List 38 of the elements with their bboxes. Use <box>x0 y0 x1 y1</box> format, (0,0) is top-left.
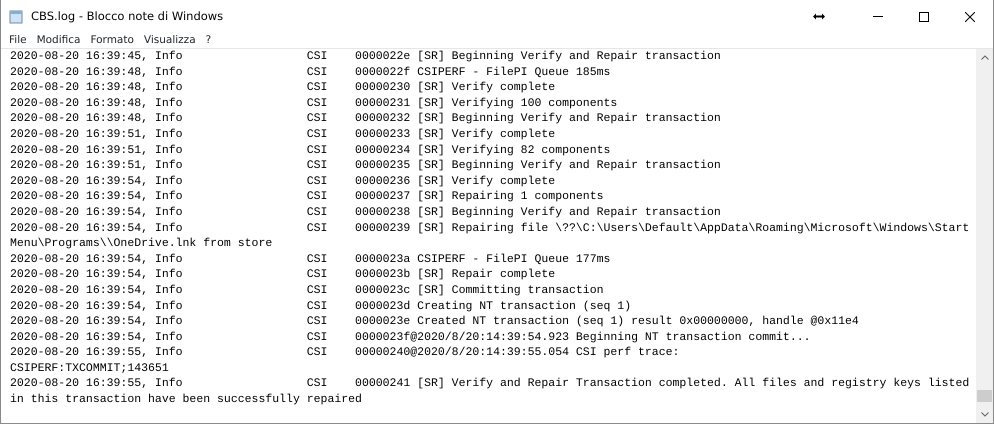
log-line: 2020-08-20 16:39:54, Info CSI 00000237 [SR] Repairing 1 components <box>10 189 604 205</box>
log-line: 2020-08-20 16:39:48, Info CSI 00000232 [SR] Beginning Verify and Repair transaction <box>10 111 721 127</box>
scroll-thumb[interactable] <box>977 390 992 402</box>
log-line: Menu\Programs\\OneDrive.lnk from store <box>10 236 272 252</box>
menu-item[interactable]: Visualizza <box>144 33 196 48</box>
log-line: 2020-08-20 16:39:54, Info CSI 0000023a CSIPERF - FilePI Queue 177ms <box>10 252 610 268</box>
scroll-up-icon[interactable] <box>980 55 988 60</box>
log-line: 2020-08-20 16:39:54, Info CSI 0000023d Creating NT transaction (seq 1) <box>10 298 632 314</box>
menu-item[interactable]: ? <box>206 33 212 48</box>
notepad-icon <box>9 10 23 24</box>
resize-cursor-icon <box>813 13 825 20</box>
log-line: 2020-08-20 16:39:51, Info CSI 00000234 [SR] Verifying 82 components <box>10 142 610 158</box>
log-line: 2020-08-20 16:39:45, Info CSI 0000022e [SR] Beginning Verify and Repair transaction <box>10 49 721 65</box>
log-line: 2020-08-20 16:39:48, Info CSI 00000231 [SR] Verifying 100 components <box>10 96 618 112</box>
log-line: in this transaction have been successfully repaired <box>10 392 362 408</box>
log-line: 2020-08-20 16:39:54, Info CSI 00000239 [SR] Repairing file \??\C:\Users\Default\AppData\Roaming\Microsoft\Windows\Start <box>10 220 970 236</box>
scrollbar[interactable] <box>976 49 993 423</box>
maximize-icon <box>919 12 929 22</box>
log-line: CSIPERF:TXCOMMIT;143651 <box>10 360 169 376</box>
log-line: 2020-08-20 16:39:54, Info CSI 0000023f@2020/8/20:14:39:54.923 Beginning NT transaction commit... <box>10 330 811 346</box>
log-line: 2020-08-20 16:39:54, Info CSI 0000023c [SR] Committing transaction <box>10 282 604 298</box>
log-line: 2020-08-20 16:39:48, Info CSI 0000022f CSIPERF - FilePI Queue 185ms <box>10 64 610 80</box>
log-line: 2020-08-20 16:39:54, Info CSI 00000236 [SR] Verify complete <box>10 174 556 190</box>
log-line: 2020-08-20 16:39:54, Info CSI 0000023e Created NT transaction (seq 1) result 0x00000000, handle @0x11e4 <box>10 314 859 330</box>
window-title: CBS.log - Blocco note di Windows <box>31 8 224 25</box>
log-line: 2020-08-20 16:39:51, Info CSI 00000235 [SR] Beginning Verify and Repair transaction <box>10 158 721 174</box>
menu-item[interactable]: Formato <box>90 33 134 48</box>
menu-item[interactable]: File <box>9 33 27 48</box>
log-line: 2020-08-20 16:39:54, Info CSI 0000023b [SR] Repair complete <box>10 267 556 283</box>
close-icon <box>965 12 975 22</box>
log-line: 2020-08-20 16:39:55, Info CSI 00000240@2020/8/20:14:39:55.054 CSI perf trace: <box>10 345 680 361</box>
menu-item[interactable]: Modifica <box>36 33 80 48</box>
log-line: 2020-08-20 16:39:48, Info CSI 00000230 [SR] Verify complete <box>10 80 556 96</box>
log-line: 2020-08-20 16:39:54, Info CSI 00000238 [SR] Beginning Verify and Repair transaction <box>10 204 721 221</box>
log-line: 2020-08-20 16:39:55, Info CSI 00000241 [SR] Verify and Repair Transaction completed. All files and registry keys listed <box>10 376 970 392</box>
log-line: 2020-08-20 16:39:51, Info CSI 00000233 [SR] Verify complete <box>10 126 556 143</box>
scroll-down-icon[interactable] <box>980 412 988 417</box>
minimize-icon <box>873 16 883 17</box>
